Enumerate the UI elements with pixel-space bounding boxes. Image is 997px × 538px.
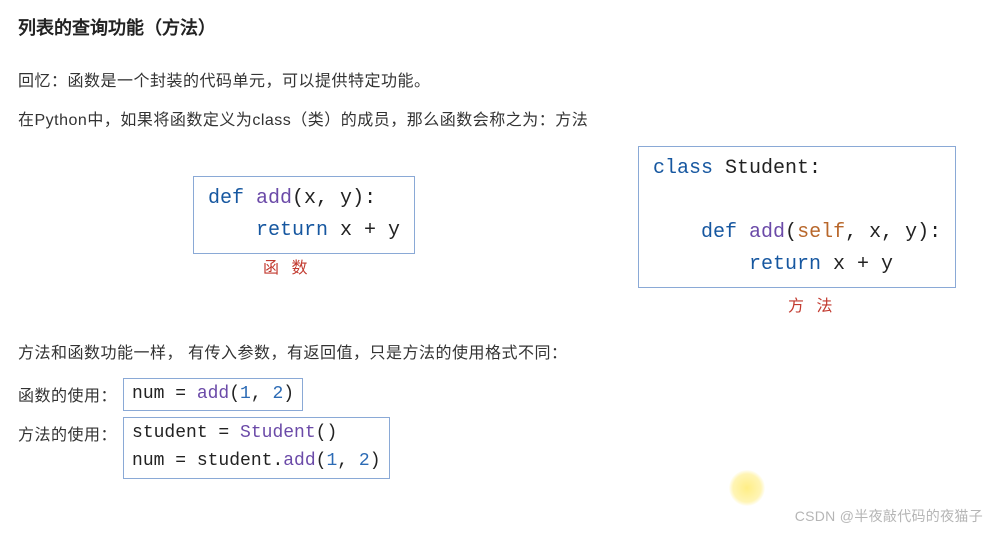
class-name-student: Student	[713, 157, 809, 180]
function-usage-label: 函数的使用：	[18, 378, 123, 406]
method-code-box: class Student: def add(self, x, y): retu…	[638, 146, 956, 288]
self-param: self	[797, 221, 845, 244]
kw-return: return	[256, 219, 328, 242]
method-usage-label: 方法的使用：	[18, 417, 123, 445]
code-examples-zone: def add(x, y): return x + y 函 数 class St…	[18, 146, 979, 326]
method-usage-code: student = Student() num = student.add(1,…	[123, 417, 390, 479]
highlight-spot	[729, 470, 765, 506]
section-title: 列表的查询功能（方法）	[18, 14, 979, 40]
kw-def: def	[208, 187, 244, 210]
function-code-box: def add(x, y): return x + y	[193, 176, 415, 254]
function-usage-row: 函数的使用： num = add(1, 2)	[18, 378, 979, 412]
paragraph-python-method: 在Python中，如果将函数定义为class（类）的成员，那么函数会称之为：方法	[18, 107, 979, 134]
method-label: 方 法	[788, 292, 836, 316]
watermark-text: CSDN @半夜敲代码的夜猫子	[795, 506, 983, 526]
kw-class: class	[653, 157, 713, 180]
paragraph-difference: 方法和函数功能一样， 有传入参数，有返回值，只是方法的使用格式不同：	[18, 340, 979, 367]
function-label: 函 数	[263, 254, 311, 278]
func-name-add: add	[244, 187, 292, 210]
paragraph-recall: 回忆：函数是一个封装的代码单元，可以提供特定功能。	[18, 68, 979, 95]
function-usage-code: num = add(1, 2)	[123, 378, 303, 412]
method-usage-row: 方法的使用： student = Student() num = student…	[18, 417, 979, 479]
